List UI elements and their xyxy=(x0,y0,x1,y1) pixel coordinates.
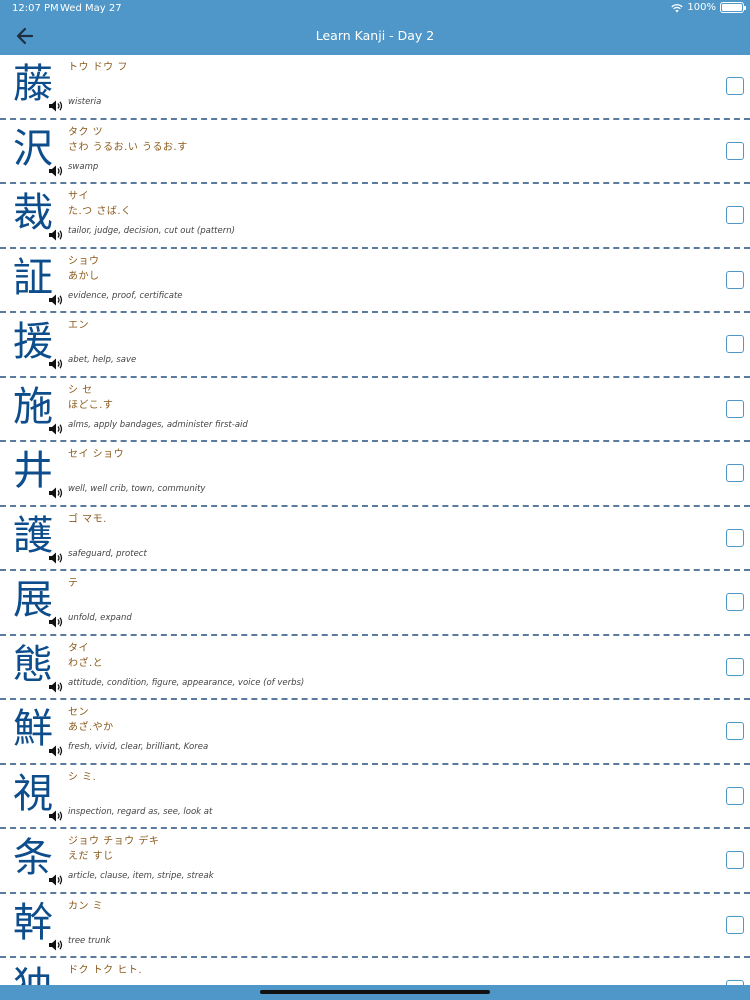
kanji-character: 独 xyxy=(10,959,56,985)
kanji-row[interactable]: 沢 タク ツ さわ うるお.い うるお.す swamp xyxy=(0,120,750,184)
learned-checkbox[interactable] xyxy=(726,722,744,740)
kanji-meaning: safeguard, protect xyxy=(68,548,147,559)
learned-checkbox[interactable] xyxy=(726,851,744,869)
home-indicator[interactable] xyxy=(260,990,490,994)
on-reading: タイ xyxy=(68,642,89,654)
kanji-row[interactable]: 護 ゴ マモ. safeguard, protect xyxy=(0,507,750,571)
status-time: 12:07 PM xyxy=(12,3,59,14)
on-reading: ゴ マモ. xyxy=(68,513,107,525)
learned-checkbox[interactable] xyxy=(726,528,744,547)
kanji-meaning: alms, apply bandages, administer first-a… xyxy=(68,419,248,430)
kanji-meaning: wisteria xyxy=(68,97,102,107)
kanji-row[interactable]: 幹 カン ミ tree trunk xyxy=(0,894,750,958)
on-reading: タク ツ xyxy=(68,126,104,138)
kanji-row[interactable]: 藤 トウ ドウ フ wisteria xyxy=(0,55,750,120)
kun-reading: わざ.と xyxy=(68,657,104,669)
on-reading: カン ミ xyxy=(68,900,104,912)
speaker-icon[interactable] xyxy=(48,551,64,565)
kun-reading: あかし xyxy=(68,270,100,282)
kanji-list: 藤 トウ ドウ フ wisteria 沢 タク ツ さわ うるお.い うるお.す… xyxy=(0,55,750,985)
on-reading: シ ミ. xyxy=(68,771,97,783)
kanji-row[interactable]: 証 ショウ あかし evidence, proof, certificate xyxy=(0,249,750,313)
kanji-meaning: swamp xyxy=(68,161,99,172)
kun-reading: た.つ さば.く xyxy=(68,206,132,217)
kanji-row[interactable]: 視 シ ミ. inspection, regard as, see, look … xyxy=(0,765,750,829)
kanji-row[interactable]: 条 ジョウ チョウ デキ えだ すじ article, clause, item… xyxy=(0,829,750,894)
speaker-icon[interactable] xyxy=(48,293,64,307)
on-reading: ショウ xyxy=(68,255,100,267)
wifi-icon xyxy=(671,3,684,12)
status-indicators: 100% xyxy=(671,2,746,13)
kanji-meaning: abet, help, save xyxy=(68,355,137,365)
kanji-row[interactable]: 態 タイ わざ.と attitude, condition, figure, a… xyxy=(0,636,750,700)
kanji-row[interactable]: 援 エン abet, help, save xyxy=(0,313,750,378)
kanji-meaning: evidence, proof, certificate xyxy=(68,290,183,301)
kanji-row[interactable]: 施 シ セ ほどこ.す alms, apply bandages, admini… xyxy=(0,378,750,442)
kanji-row[interactable]: 展 テ unfold, expand xyxy=(0,571,750,636)
speaker-icon[interactable] xyxy=(48,357,64,371)
speaker-icon[interactable] xyxy=(48,228,64,242)
battery-icon xyxy=(720,2,746,13)
speaker-icon[interactable] xyxy=(48,486,64,500)
on-reading: ドク トク ヒト. xyxy=(68,965,143,976)
speaker-icon[interactable] xyxy=(48,422,64,436)
kanji-meaning: inspection, regard as, see, look at xyxy=(68,806,213,817)
learned-checkbox[interactable] xyxy=(726,335,744,353)
speaker-icon[interactable] xyxy=(48,164,64,178)
kanji-row[interactable]: 井 セイ ショウ well, well crib, town, communit… xyxy=(0,442,750,507)
kanji-meaning: tree trunk xyxy=(68,935,111,946)
kanji-meaning: attitude, condition, figure, appearance,… xyxy=(68,677,305,688)
speaker-icon[interactable] xyxy=(48,99,64,113)
learned-checkbox[interactable] xyxy=(726,270,744,289)
on-reading: トウ ドウ フ xyxy=(68,62,128,73)
kanji-meaning: unfold, expand xyxy=(68,613,132,623)
kun-reading: えだ すじ xyxy=(68,851,114,862)
learned-checkbox[interactable] xyxy=(726,657,744,676)
learned-checkbox[interactable] xyxy=(726,399,744,418)
on-reading: シ セ xyxy=(68,384,93,396)
kanji-row[interactable]: 裁 サイ た.つ さば.く tailor, judge, decision, c… xyxy=(0,184,750,249)
status-date: Wed May 27 xyxy=(60,3,122,14)
learned-checkbox[interactable] xyxy=(726,206,744,224)
speaker-icon[interactable] xyxy=(48,938,64,952)
bottom-bar xyxy=(0,985,750,1000)
learned-checkbox[interactable] xyxy=(726,77,744,95)
kanji-meaning: fresh, vivid, clear, brilliant, Korea xyxy=(68,742,209,752)
kun-reading: さわ うるお.い うるお.す xyxy=(68,141,188,153)
on-reading: エン xyxy=(68,320,89,331)
kanji-meaning: article, clause, item, stripe, streak xyxy=(68,871,214,881)
on-reading: サイ xyxy=(68,191,89,202)
learned-checkbox[interactable] xyxy=(726,786,744,805)
on-reading: セイ ショウ xyxy=(68,449,125,460)
speaker-icon[interactable] xyxy=(48,615,64,629)
speaker-icon[interactable] xyxy=(48,809,64,823)
learned-checkbox[interactable] xyxy=(726,464,744,482)
kanji-row[interactable]: 鮮 セン あざ.やか fresh, vivid, clear, brillian… xyxy=(0,700,750,765)
speaker-icon[interactable] xyxy=(48,680,64,694)
learned-checkbox[interactable] xyxy=(726,593,744,611)
kanji-meaning: tailor, judge, decision, cut out (patter… xyxy=(68,226,235,236)
kanji-meaning: well, well crib, town, community xyxy=(68,484,206,494)
battery-percent: 100% xyxy=(687,2,716,13)
speaker-icon[interactable] xyxy=(48,873,64,887)
kun-reading: あざ.やか xyxy=(68,722,114,733)
on-reading: セン xyxy=(68,707,89,718)
app-header: 12:07 PM Wed May 27 100% Learn Kanji - D… xyxy=(0,0,750,55)
learned-checkbox[interactable] xyxy=(726,141,744,160)
on-reading: テ xyxy=(68,578,79,589)
speaker-icon[interactable] xyxy=(48,744,64,758)
learned-checkbox[interactable] xyxy=(726,915,744,934)
kun-reading: ほどこ.す xyxy=(68,399,114,411)
on-reading: ジョウ チョウ デキ xyxy=(68,836,160,847)
page-title: Learn Kanji - Day 2 xyxy=(315,28,435,43)
kanji-row[interactable]: 独 ドク トク ヒト. xyxy=(0,958,750,985)
